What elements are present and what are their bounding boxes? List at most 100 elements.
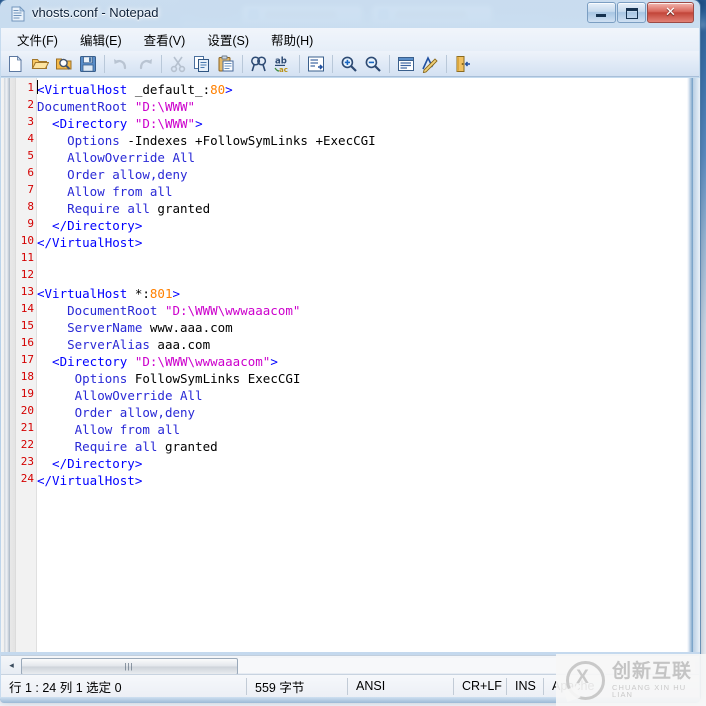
menu-settings[interactable]: 设置(S): [196, 27, 260, 52]
cut-icon[interactable]: [166, 52, 190, 76]
code-token: </VirtualHost>: [37, 235, 143, 250]
code-token: >: [270, 354, 278, 369]
title-bar[interactable]: vhosts.conf - Notepad ✕: [0, 0, 700, 28]
window-right-edge: [693, 78, 700, 652]
line-number: 6: [27, 166, 34, 179]
toolbar-separator: [161, 54, 162, 73]
code-line: Allow from all: [37, 183, 172, 200]
svg-text:ac: ac: [279, 66, 288, 73]
line-number: 2: [27, 98, 34, 111]
code-token: ServerName: [67, 320, 143, 335]
code-token: Options: [67, 133, 120, 148]
code-line: Order allow,deny: [37, 166, 187, 183]
line-number: 18: [20, 370, 34, 383]
line-number: 24: [20, 472, 34, 485]
redo-icon[interactable]: [133, 52, 157, 76]
code-line: <Directory "D:\WWW">: [37, 115, 203, 132]
open-folder-icon[interactable]: [52, 52, 76, 76]
menu-edit[interactable]: 编辑(E): [69, 27, 133, 52]
close-button[interactable]: ✕: [647, 2, 694, 23]
line-number: 5: [27, 149, 34, 162]
save-icon[interactable]: [76, 52, 100, 76]
word-wrap-icon[interactable]: [394, 52, 418, 76]
line-number: 15: [20, 319, 34, 332]
copy-icon[interactable]: [190, 52, 214, 76]
code-token: granted: [157, 439, 218, 454]
code-token: AllowOverride All: [67, 150, 196, 165]
code-token: Allow from all: [67, 184, 173, 199]
line-number: 12: [20, 268, 34, 281]
goto-line-icon[interactable]: [304, 52, 328, 76]
code-token: >: [172, 286, 181, 301]
code-token: AllowOverride All: [74, 388, 203, 403]
code-token: Allow from all: [74, 422, 180, 437]
code-token: </Directory>: [37, 218, 143, 233]
line-number: 14: [20, 302, 34, 315]
watermark-pinyin: CHUANG XIN HU LIAN: [612, 682, 687, 699]
code-line: Options FollowSymLinks ExecCGI: [37, 370, 301, 387]
code-token: ServerAlias: [67, 337, 150, 352]
code-token: :: [142, 286, 150, 301]
line-number-gutter: 1 2 3 4 5 6 7 8 9 10 11 12 13 14 15 16 17 18 19 20 21 22 23 24: [16, 78, 37, 652]
code-line: Require all granted: [37, 200, 210, 217]
zoom-out-icon[interactable]: [361, 52, 385, 76]
code-token: www.aaa.com: [142, 320, 233, 335]
line-number: 22: [20, 438, 34, 451]
close-icon: ✕: [665, 4, 676, 19]
maximize-button[interactable]: [617, 2, 646, 23]
find-icon[interactable]: [247, 52, 271, 76]
code-line: </Directory>: [37, 217, 142, 234]
code-token: 80: [210, 82, 226, 97]
menu-file[interactable]: 文件(F): [6, 27, 69, 52]
toolbar-separator: [389, 54, 390, 73]
code-line: ServerAlias aaa.com: [37, 336, 210, 353]
code-line: DocumentRoot "D:\WWW": [37, 98, 195, 115]
replace-icon[interactable]: ab ac: [271, 52, 295, 76]
status-size: 559 字节: [255, 680, 305, 695]
code-token: Order allow,deny: [74, 405, 196, 420]
menu-view[interactable]: 查看(V): [133, 27, 197, 52]
toolbar-separator: [446, 54, 447, 73]
toolbar-separator: [104, 54, 105, 73]
code-token: <Directory: [37, 354, 135, 369]
code-editor[interactable]: 1 2 3 4 5 6 7 8 9 10 11 12 13 14 15 16 17 18 19 20 21 22 23 24 …: [1, 78, 687, 652]
minimize-button[interactable]: [587, 2, 616, 23]
bookmark-margin[interactable]: [1, 78, 16, 652]
code-token: <VirtualHost: [37, 82, 135, 97]
code-line: AllowOverride All: [37, 149, 195, 166]
menu-help[interactable]: 帮助(H): [260, 27, 324, 52]
horizontal-scroll-thumb[interactable]: |||: [21, 658, 238, 675]
status-insert: INS: [515, 679, 536, 693]
code-token: >: [225, 82, 233, 97]
code-line: </VirtualHost>: [37, 472, 142, 489]
code-token: -Indexes +FollowSymLinks +ExecCGI: [119, 133, 376, 148]
code-token: "D:\WWW": [134, 99, 196, 114]
code-token: "D:\WWW": [134, 116, 196, 131]
code-token: Require all: [74, 439, 158, 454]
menu-bar: 文件(F) 编辑(E) 查看(V) 设置(S) 帮助(H): [1, 28, 699, 51]
toolbar-separator: [242, 54, 243, 73]
code-line: </VirtualHost>: [37, 234, 142, 251]
paste-icon[interactable]: [214, 52, 238, 76]
undo-icon[interactable]: [109, 52, 133, 76]
code-token: :: [202, 82, 211, 97]
code-token: aaa.com: [149, 337, 211, 352]
code-token: "D:\WWW\wwwaaacom": [134, 354, 271, 369]
zoom-in-icon[interactable]: [337, 52, 361, 76]
scroll-left-arrow-icon[interactable]: ◂: [4, 658, 19, 673]
maximize-icon: [626, 8, 638, 19]
code-token: granted: [149, 201, 211, 216]
exit-icon[interactable]: [451, 52, 475, 76]
window-controls: ✕: [587, 2, 695, 23]
code-text-area[interactable]: <VirtualHost _default_:80> DocumentRoot "…: [37, 78, 687, 652]
open-file-icon[interactable]: [28, 52, 52, 76]
line-number: 7: [27, 183, 34, 196]
toolbar: ab ac: [1, 51, 699, 77]
highlight-icon[interactable]: [418, 52, 442, 76]
new-file-icon[interactable]: [4, 52, 28, 76]
code-line: DocumentRoot "D:\WWW\wwwaaacom": [37, 302, 300, 319]
